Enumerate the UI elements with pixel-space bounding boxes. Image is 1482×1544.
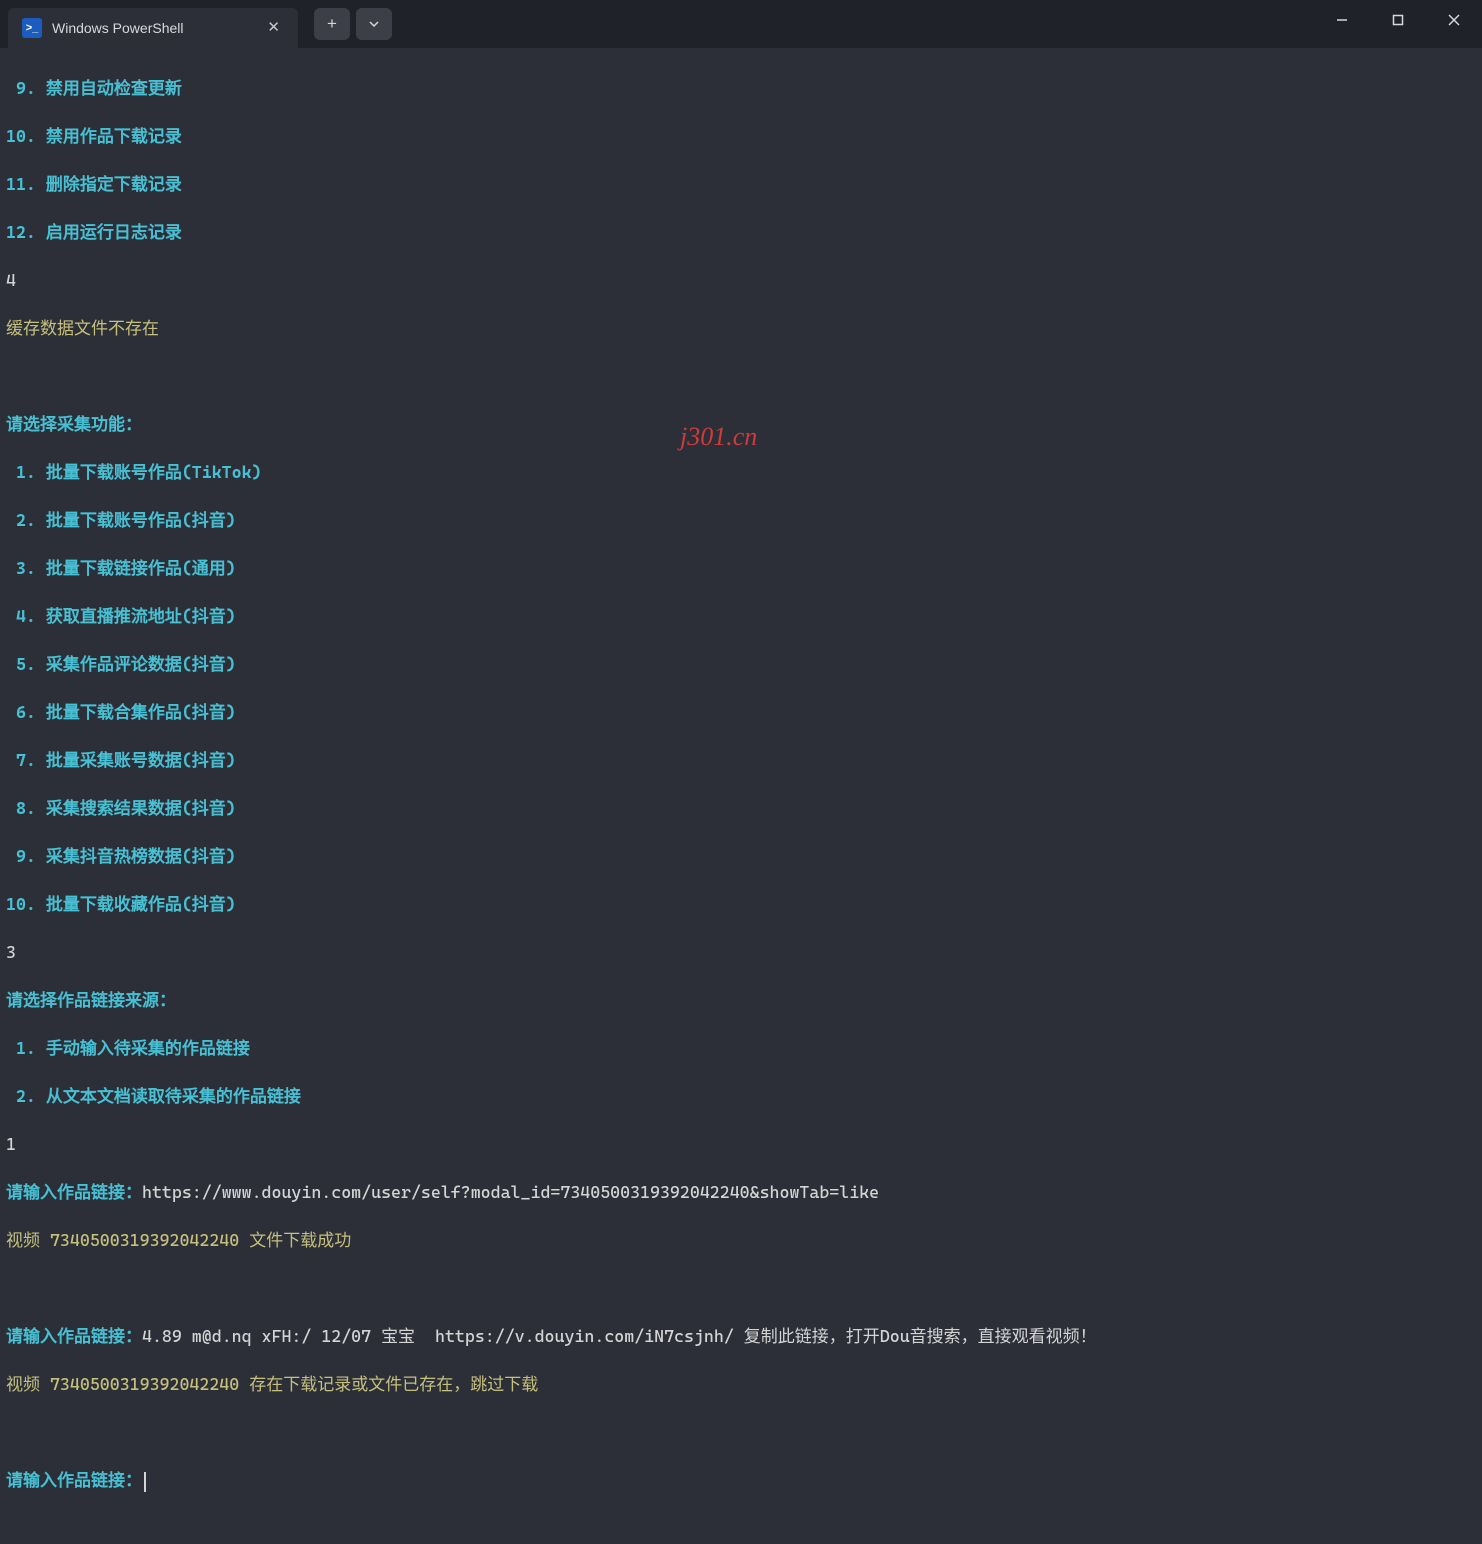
menu-item: 9. 禁用自动检查更新: [6, 76, 1476, 100]
terminal-output[interactable]: 9. 禁用自动检查更新 10. 禁用作品下载记录 11. 删除指定下载记录 12…: [0, 48, 1482, 1544]
menu-item: 10. 批量下载收藏作品(抖音): [6, 892, 1476, 916]
menu-item: 2. 批量下载账号作品(抖音): [6, 508, 1476, 532]
tab-dropdown-button[interactable]: [356, 8, 392, 40]
menu-item: 1. 批量下载账号作品(TikTok): [6, 460, 1476, 484]
tab-title: Windows PowerShell: [52, 16, 253, 40]
window-titlebar: >_ Windows PowerShell ✕ +: [0, 0, 1482, 48]
status-message: 缓存数据文件不存在: [6, 316, 1476, 340]
menu-item: 2. 从文本文档读取待采集的作品链接: [6, 1084, 1476, 1108]
menu-item: 11. 删除指定下载记录: [6, 172, 1476, 196]
menu-item: 1. 手动输入待采集的作品链接: [6, 1036, 1476, 1060]
blank-line: [6, 1420, 1476, 1444]
maximize-icon: [1392, 14, 1404, 26]
minimize-button[interactable]: [1314, 0, 1370, 40]
window-controls: [1314, 0, 1482, 40]
menu-item: 8. 采集搜索结果数据(抖音): [6, 796, 1476, 820]
close-window-button[interactable]: [1426, 0, 1482, 40]
prompt-label: 请选择采集功能：: [6, 412, 1476, 436]
status-message: 视频 7340500319392042240 文件下载成功: [6, 1228, 1476, 1252]
menu-item: 4. 获取直播推流地址(抖音): [6, 604, 1476, 628]
menu-item: 5. 采集作品评论数据(抖音): [6, 652, 1476, 676]
menu-item: 12. 启用运行日志记录: [6, 220, 1476, 244]
user-input: 1: [6, 1132, 1476, 1156]
powershell-icon: >_: [22, 18, 42, 38]
menu-item: 9. 采集抖音热榜数据(抖音): [6, 844, 1476, 868]
link-entry: 请输入作品链接：4.89 m@d.nq xFH:/ 12/07 宝宝 https…: [6, 1324, 1476, 1348]
maximize-button[interactable]: [1370, 0, 1426, 40]
tab-controls: +: [314, 8, 392, 40]
menu-item: 6. 批量下载合集作品(抖音): [6, 700, 1476, 724]
menu-item: 10. 禁用作品下载记录: [6, 124, 1476, 148]
new-tab-button[interactable]: +: [314, 8, 350, 40]
blank-line: [6, 364, 1476, 388]
text-cursor: [144, 1472, 146, 1492]
minimize-icon: [1336, 14, 1348, 26]
prompt-label: 请选择作品链接来源：: [6, 988, 1476, 1012]
link-entry: 请输入作品链接：https://www.douyin.com/user/self…: [6, 1180, 1476, 1204]
close-tab-icon[interactable]: ✕: [263, 14, 284, 42]
chevron-down-icon: [368, 18, 380, 30]
menu-item: 3. 批量下载链接作品(通用): [6, 556, 1476, 580]
status-message: 视频 7340500319392042240 存在下载记录或文件已存在，跳过下载: [6, 1372, 1476, 1396]
blank-line: [6, 1276, 1476, 1300]
close-icon: [1448, 14, 1460, 26]
menu-item: 7. 批量采集账号数据(抖音): [6, 748, 1476, 772]
user-input: 3: [6, 940, 1476, 964]
tab-powershell[interactable]: >_ Windows PowerShell ✕: [8, 8, 298, 48]
link-prompt-active: 请输入作品链接：: [6, 1468, 1476, 1492]
user-input: 4: [6, 268, 1476, 292]
